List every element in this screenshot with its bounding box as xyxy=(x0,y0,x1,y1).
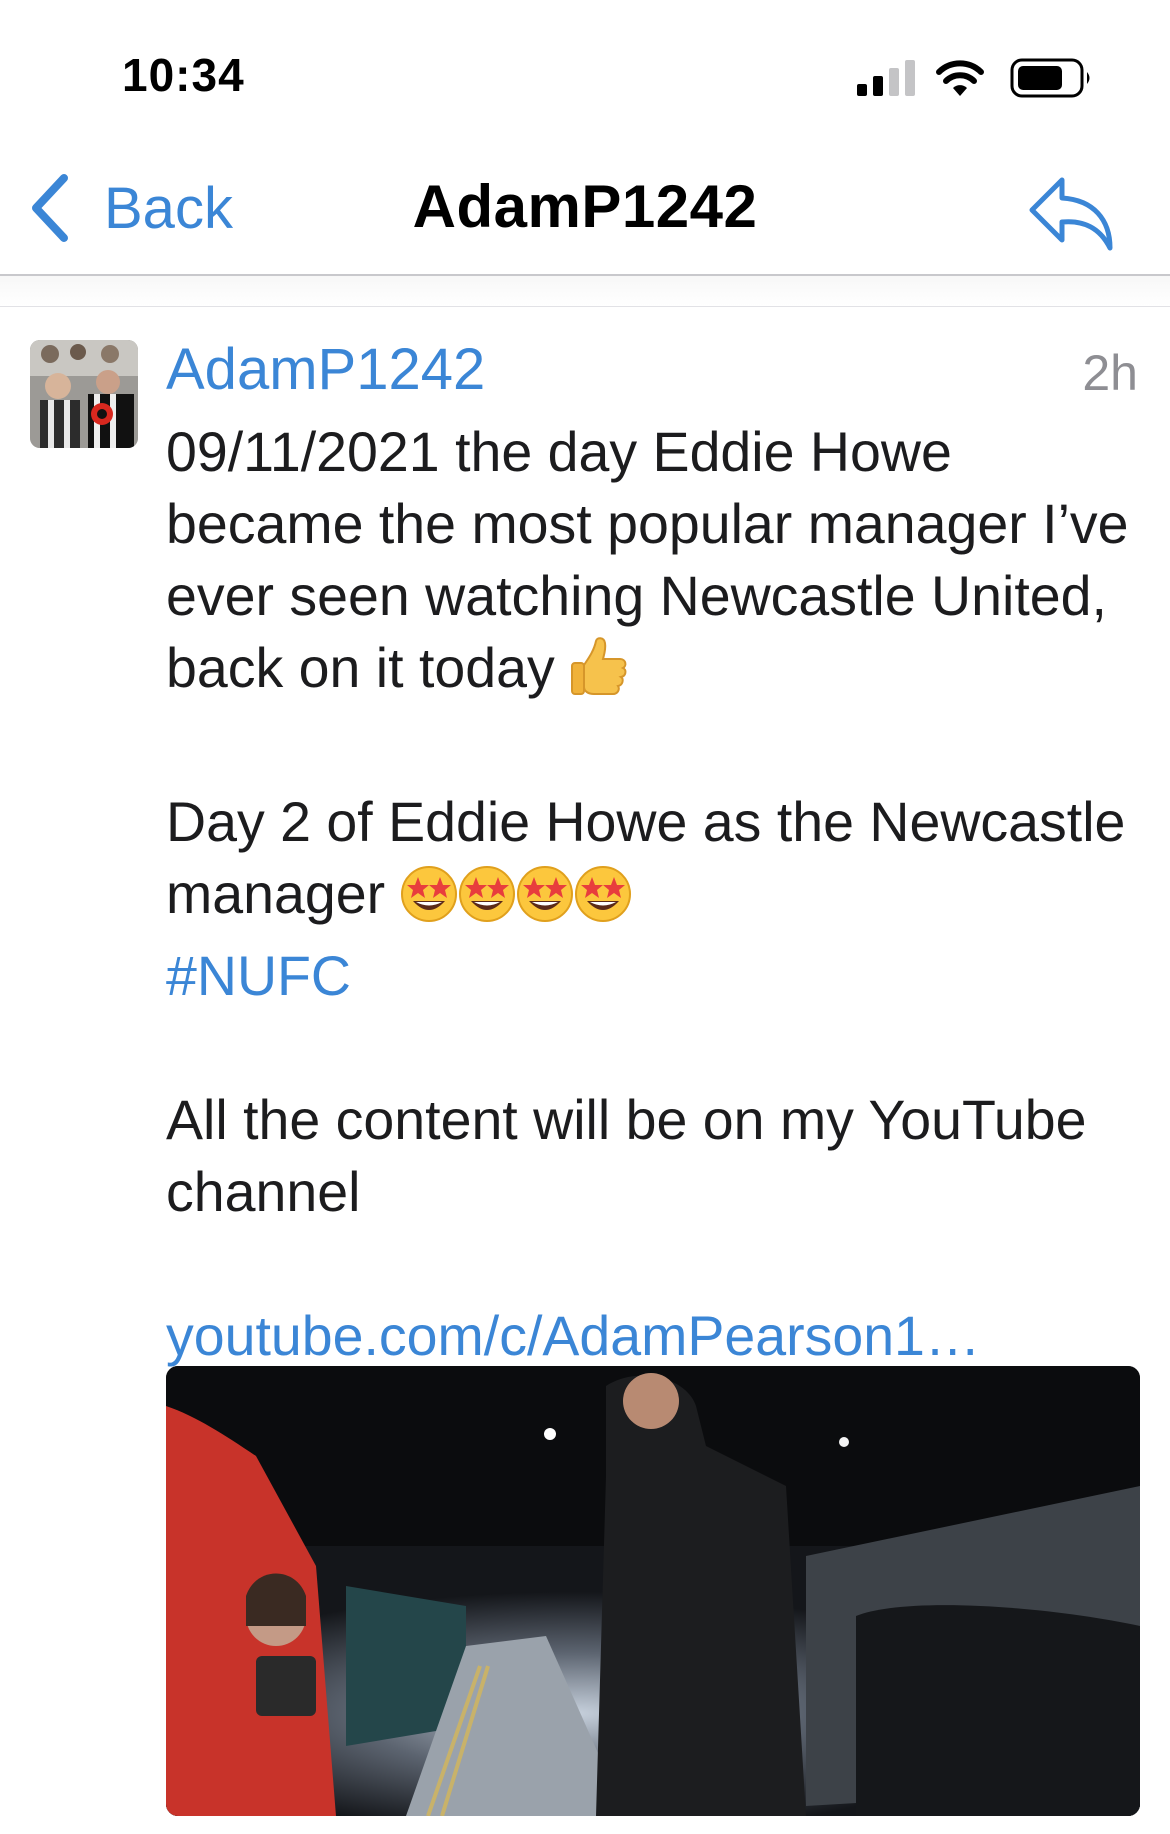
nav-title: AdamP1242 xyxy=(412,173,758,240)
post-paragraph-text: 09/11/2021 the day Eddie Howe became the… xyxy=(166,421,1129,699)
navigation-bar: Back AdamP1242 xyxy=(0,150,1170,276)
cellular-signal-icon xyxy=(857,60,915,96)
status-bar: 10:34 xyxy=(0,0,1170,150)
battery-icon xyxy=(1010,58,1090,98)
status-time: 10:34 xyxy=(122,49,245,101)
star-struck-emoji-icon xyxy=(400,865,458,940)
star-struck-emoji-icon xyxy=(516,865,574,940)
wifi-icon xyxy=(936,60,984,96)
post-paragraph-text: Day 2 of Eddie Howe as the Newcastle man… xyxy=(166,791,1126,925)
post-paragraph: 09/11/2021 the day Eddie Howe became the… xyxy=(166,416,1136,714)
youtube-link[interactable]: youtube.com/c/AdamPearson1… xyxy=(166,1305,980,1367)
post-paragraph: youtube.com/c/AdamPearson1… xyxy=(166,1300,1136,1372)
post-body: 09/11/2021 the day Eddie Howe became the… xyxy=(166,416,1136,1372)
nav-divider xyxy=(0,276,1170,307)
avatar-photo xyxy=(30,340,138,448)
post-paragraph: All the content will be on my YouTube ch… xyxy=(166,1089,1087,1223)
avatar[interactable] xyxy=(30,340,138,448)
star-struck-emoji-icon xyxy=(458,865,516,940)
post-timestamp: 2h xyxy=(1082,345,1138,401)
post-paragraph: Day 2 of Eddie Howe as the Newcastle man… xyxy=(166,786,1136,1012)
thumbs-up-emoji-icon xyxy=(570,635,630,714)
post-author[interactable]: AdamP1242 xyxy=(166,336,485,403)
media-attachment[interactable] xyxy=(166,1366,1140,1816)
attached-photo xyxy=(166,1366,1140,1816)
star-struck-emoji-icon xyxy=(574,865,632,940)
reply-icon[interactable] xyxy=(1026,170,1116,256)
hashtag-link[interactable]: #NUFC xyxy=(166,945,351,1007)
